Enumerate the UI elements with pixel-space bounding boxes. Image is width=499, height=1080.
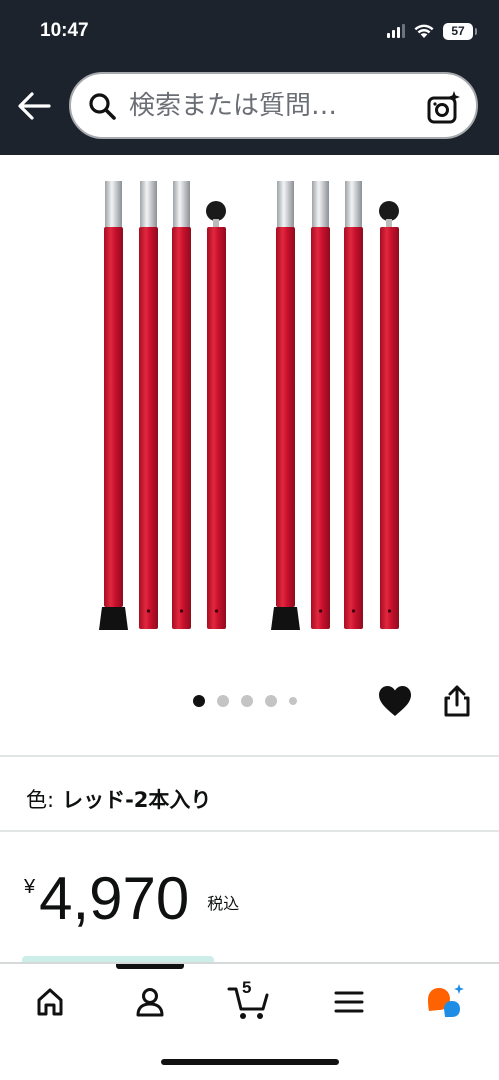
color-label: 色: — [26, 788, 55, 812]
ai-assistant-icon — [428, 984, 464, 1017]
tent-poles-image — [99, 181, 399, 630]
product-image[interactable] — [0, 155, 499, 675]
share-icon[interactable] — [441, 684, 473, 718]
nav-ai-assistant[interactable] — [424, 982, 468, 1022]
carousel-dot[interactable] — [241, 695, 253, 707]
home-icon — [37, 988, 63, 1016]
arrow-left-icon — [18, 92, 51, 120]
status-icons: 57 — [387, 20, 477, 42]
signal-icon — [387, 24, 405, 38]
search-box[interactable] — [69, 72, 478, 139]
divider — [0, 830, 499, 832]
color-variant[interactable]: 色: レッド-2本入り — [26, 784, 211, 814]
divider — [0, 755, 499, 757]
tax-note: 税込 — [207, 894, 240, 913]
camera-search-icon[interactable] — [426, 91, 460, 125]
menu-icon — [334, 991, 364, 1013]
carousel-dot[interactable] — [217, 695, 229, 707]
nav-cart[interactable]: 5 — [226, 978, 272, 1022]
back-button[interactable] — [16, 88, 52, 124]
carousel-dot[interactable] — [265, 695, 277, 707]
carousel-dot[interactable] — [289, 697, 297, 705]
nav-menu[interactable] — [329, 982, 369, 1022]
search-icon — [89, 92, 116, 120]
pole-set-left — [99, 181, 226, 630]
battery-icon: 57 — [443, 22, 477, 40]
color-value: レッド-2本入り — [62, 788, 212, 812]
active-tab-indicator — [116, 964, 184, 969]
top-bar: 10:47 57 — [0, 0, 499, 155]
search-input[interactable] — [129, 90, 399, 121]
pole-set-right — [271, 181, 399, 630]
currency-symbol: ¥ — [24, 876, 36, 898]
nav-account[interactable] — [130, 982, 170, 1022]
status-time: 10:47 — [40, 20, 89, 41]
price-value: 4,970 — [39, 865, 190, 932]
carousel-dot[interactable] — [193, 695, 205, 707]
carousel-dots[interactable] — [193, 695, 297, 707]
price: ¥ 4,970 税込 — [24, 862, 239, 936]
nav-home[interactable] — [30, 982, 70, 1022]
home-indicator — [161, 1059, 339, 1065]
cart-count: 5 — [242, 978, 252, 997]
wifi-icon — [414, 24, 434, 38]
heart-icon[interactable] — [377, 684, 413, 718]
account-icon — [136, 988, 164, 1017]
